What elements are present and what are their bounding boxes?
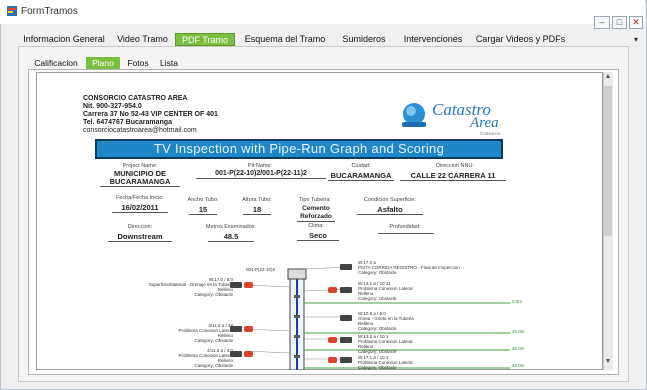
tab-intervenciones[interactable]: Intervenciones [398,33,468,46]
app-icon [6,5,18,17]
tab-video-tramo[interactable]: Video Tramo [115,33,170,46]
field-label: Direccion NNU: [436,163,474,169]
subtab-fotos[interactable]: Fotos [124,57,152,69]
field-label: Metros Examinados: [205,224,257,230]
field-label: Fecha/Fecha Inicio: [116,195,164,201]
minimize-button[interactable]: – [594,16,610,29]
graph-top-label: 001-P(22-10)2 [246,267,276,272]
defect-icon [244,326,253,332]
field-value: CALLE 22 CARRERA 11 [400,172,506,181]
defect-note-right: W:17.1 a / 10:1 Problema Conexion Latera… [358,355,413,370]
field-value: Downstream [108,233,172,242]
pipe-run-graph: 001-P(22-10)2 W:17.0 / 6:0 Superficie/Ma… [60,255,560,370]
defect-note-right: W:17.0 a PISTA CORRIDA REGISTRO - Final … [358,260,460,275]
subtab-calificacion[interactable]: Calificacion [30,57,82,69]
distance-tag: 40.0m [512,363,525,368]
scroll-up-icon[interactable]: ▲ [604,73,612,83]
window-title: FormTramos [21,6,78,17]
company-tel: Tel. 6474767 Bucaramanga [83,119,172,126]
camera-icon [230,351,242,357]
field-label: Direccion: [127,224,153,230]
logo-text-bottom: Area [470,115,499,131]
note-line: Category: Obstacle [358,349,397,354]
field-value: MUNICIPIO DE BUCARAMANGA [100,170,180,187]
note-line: Category: Obstacle [194,363,233,368]
distance-tag: 0.0m [512,299,523,304]
defect-note-right: W:13.2 a / 10:1 Problema Conexion Latera… [358,334,413,354]
subtab-lista[interactable]: Lista [156,57,182,69]
defect-note-left: 4/11.3 a / 4:0 Problema Conexion Lateral… [115,348,233,368]
distance-tag: 20.0m [512,329,525,334]
camera-icon [230,282,242,288]
note-line: Category: Obstacle [358,296,397,301]
field-value: Cemento Reforzado [297,205,335,222]
scrollbar-thumb[interactable] [604,86,612,236]
tab-pdf-tramo[interactable]: PDF Tramo [175,33,235,46]
field-label: Pit Name: [247,163,273,169]
defect-icon [244,351,253,357]
report-banner: TV Inspection with Pipe-Run Graph and Sc… [95,139,503,159]
field-label: Profundidad: [389,224,421,230]
note-line: Category: Obstacle [194,338,233,343]
field-value: Seco [297,232,339,241]
field-value: 48.5 [208,233,254,242]
tab-esquema-del-tramo[interactable]: Esquema del Tramo [240,33,330,46]
field-value: BUCARAMANGA [328,172,394,181]
note-line: Category: Obstacle [358,270,397,275]
camera-icon [340,287,352,293]
note-line: Category: Obstacle [194,292,233,297]
defect-icon [328,337,337,343]
tab-cargar-videos-pdfs[interactable]: Cargar Videos y PDFs [473,33,568,46]
logo-tagline: Consorcio [480,131,501,136]
camera-icon [230,326,242,332]
field-value: 15 [189,206,217,215]
defect-note-left: W:17.0 / 6:0 Superficie/Material - Drena… [115,277,233,297]
camera-icon [340,264,352,270]
company-email: consorciocatastroarea@hotmail.com [83,127,197,134]
camera-icon [340,357,352,363]
field-value: 18 [243,206,271,215]
defect-icon [328,357,337,363]
company-address: Carrera 37 No 52-43 VIP CENTER OF 401 [83,111,218,118]
defect-note-left: 3/11.5 a / 48 Problema Conexion Lateral … [115,323,233,343]
defect-note-right: W:13.1 a / 10:11 Problema Conexion Later… [358,281,413,301]
maximize-button[interactable]: □ [612,16,627,29]
defect-icon [328,287,337,293]
field-value: 16/02/2011 [112,204,168,213]
field-label: Ciudad: [351,163,371,169]
close-button[interactable]: ✕ [629,16,643,29]
defect-icon [244,282,253,288]
note-line: Category: Obstacle [358,365,397,370]
chevron-down-icon[interactable]: ▾ [634,35,638,44]
field-label: Condicion Superficie: [364,197,416,203]
company-nit: Nit. 900-327-954.0 [83,103,142,110]
logo-icon [400,100,428,130]
field-label: Tipo Tuberia: [299,197,331,203]
company-name: CONSORCIO CATASTRO AREA [83,95,188,102]
field-label: Altura Tubo: [242,197,272,203]
camera-icon [340,315,352,321]
field-label: Clima: [308,223,324,229]
title-bar [0,0,645,24]
tab-informacion-general[interactable]: Informacion General [18,33,110,46]
field-value: 001-P(22-10)2/001-P(22-11)2 [196,170,326,179]
scroll-down-icon[interactable]: ▼ [604,358,612,368]
field-label: Ancho Tubo: [187,197,219,203]
field-value: Asfalto [357,206,423,215]
defect-note-right: W:10.8 a / 6:0 Grieta - Grieta en la Tub… [358,311,414,331]
field-value [378,233,434,234]
tab-sumideros[interactable]: Sumideros [336,33,392,46]
distance-tag: 30.0m [512,346,525,351]
camera-icon [340,337,352,343]
subtab-plano[interactable]: Plano [86,57,120,69]
note-line: Category: Obstacle [358,326,397,331]
